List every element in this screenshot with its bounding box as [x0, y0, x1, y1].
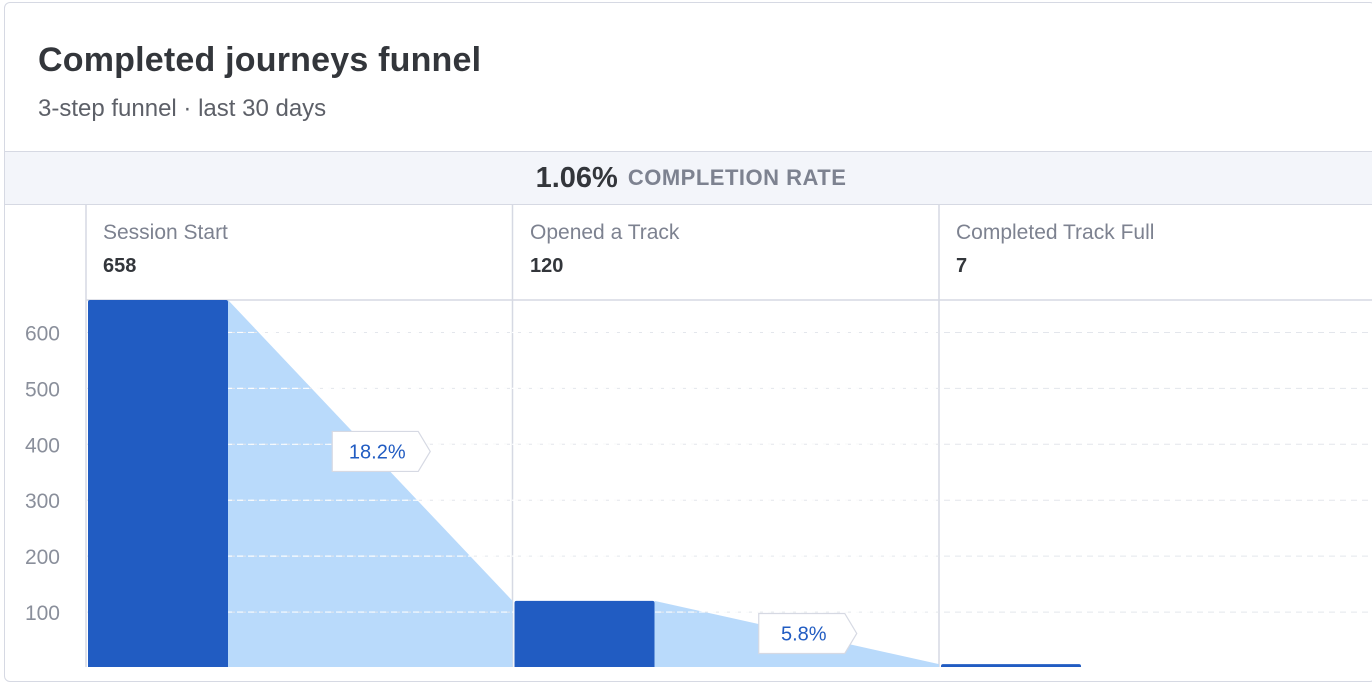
funnel-chart: 100 200 300 400 500 600 18.2% 5.8%: [25, 205, 1372, 667]
y-tick-label: 600: [25, 322, 60, 345]
y-tick-label: 200: [25, 546, 60, 569]
y-tick-label: 100: [25, 602, 60, 625]
funnel-bar: [514, 600, 655, 667]
conversion-rate-label: 5.8%: [781, 623, 827, 645]
y-tick-label: 500: [25, 378, 60, 401]
conversion-rate-label: 18.2%: [349, 441, 406, 463]
funnel-bar: [88, 300, 228, 667]
y-tick-label: 400: [25, 434, 60, 457]
y-tick-label: 300: [25, 490, 60, 513]
